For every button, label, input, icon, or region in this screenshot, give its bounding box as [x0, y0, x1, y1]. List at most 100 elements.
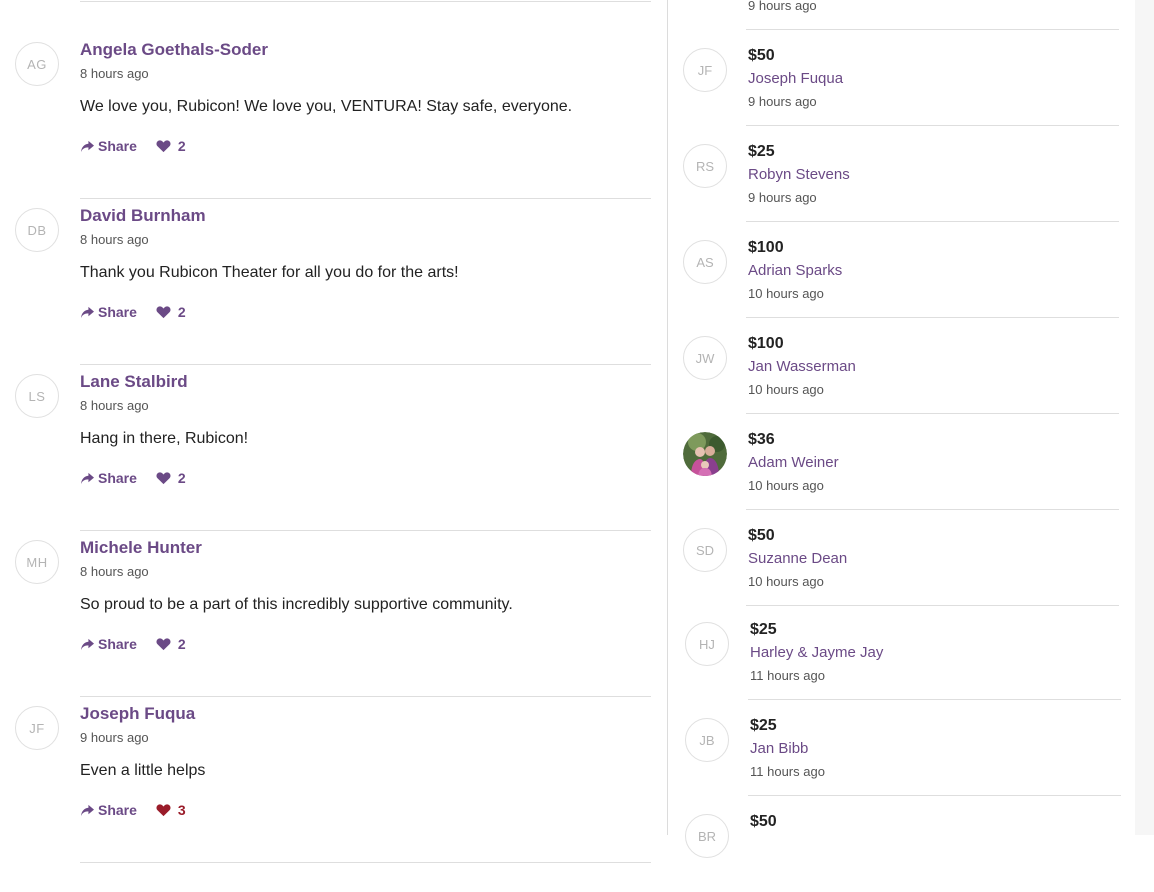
donor-name[interactable]: Adrian Sparks [748, 262, 842, 279]
donation-time: 10 hours ago [748, 574, 824, 589]
share-button[interactable]: Share [80, 138, 137, 154]
avatar: DB [15, 208, 59, 252]
like-count: 2 [177, 304, 186, 320]
scrollbar-track[interactable] [1135, 0, 1154, 835]
heart-icon [156, 803, 178, 817]
share-button[interactable]: Share [80, 470, 137, 486]
comment-time: 8 hours ago [80, 564, 149, 579]
heart-icon [156, 139, 178, 153]
share-icon [80, 472, 98, 485]
donation-time: 10 hours ago [748, 286, 824, 301]
donation-item: SD $50 Suzanne Dean 10 hours ago [683, 510, 1135, 606]
donation-item: $36 Adam Weiner 10 hours ago [683, 414, 1135, 510]
heart-icon [156, 471, 178, 485]
like-count: 2 [177, 636, 186, 652]
avatar: RS [683, 144, 727, 188]
commenter-name[interactable]: David Burnham [80, 206, 206, 226]
donation-item: HJ $25 Harley & Jayme Jay 11 hours ago [685, 604, 1137, 700]
donation-amount: $25 [750, 621, 777, 638]
commenter-name[interactable]: Lane Stalbird [80, 372, 188, 392]
share-button[interactable]: Share [80, 802, 137, 818]
like-count: 2 [177, 138, 186, 154]
donor-name[interactable]: Harley & Jayme Jay [750, 644, 883, 661]
share-icon [80, 306, 98, 319]
donation-time: 9 hours ago [748, 0, 817, 13]
comment-time: 9 hours ago [80, 730, 149, 745]
share-button[interactable]: Share [80, 636, 137, 652]
commenter-name[interactable]: Michele Hunter [80, 538, 202, 558]
donation-item: AS $100 Adrian Sparks 10 hours ago [683, 222, 1135, 318]
donation-time: 11 hours ago [750, 764, 825, 779]
donor-name[interactable]: Jan Wasserman [748, 358, 856, 375]
comment-item: AG Angela Goethals-Soder 8 hours ago We lov… [0, 32, 667, 199]
comment-actions: Share 2 [80, 469, 186, 487]
donor-name[interactable]: Robyn Stevens [748, 166, 850, 183]
share-label: Share [98, 304, 137, 320]
avatar: HJ [685, 622, 729, 666]
like-button[interactable]: 2 [156, 636, 186, 652]
share-button[interactable]: Share [80, 304, 137, 320]
comment-item: MH Michele Hunter 8 hours ago So proud to b… [0, 530, 667, 697]
donation-amount: $36 [748, 431, 775, 448]
like-button[interactable]: 2 [156, 138, 186, 154]
comment-text: Even a little helps [80, 762, 206, 779]
comment-text: Hang in there, Rubicon! [80, 430, 249, 447]
donation-time: 11 hours ago [750, 668, 825, 683]
like-count: 3 [177, 802, 186, 818]
donor-name[interactable]: Jan Bibb [750, 740, 808, 757]
donation-item: RS $25 Robyn Stevens 9 hours ago [683, 126, 1135, 222]
share-label: Share [98, 138, 137, 154]
avatar: AS [683, 240, 727, 284]
avatar-photo [683, 432, 727, 476]
comment-actions: Share 3 [80, 801, 186, 819]
comment-time: 8 hours ago [80, 66, 149, 81]
donation-time: 9 hours ago [748, 190, 817, 205]
divider [80, 862, 651, 863]
heart-icon [156, 305, 178, 319]
share-icon [80, 140, 98, 153]
donor-name[interactable]: Suzanne Dean [748, 550, 847, 567]
comment-actions: Share 2 [80, 303, 186, 321]
comment-item: DB David Burnham 8 hours ago Thank you Rubi… [0, 198, 667, 365]
avatar: JW [683, 336, 727, 380]
avatar: JF [15, 706, 59, 750]
donation-amount: $100 [748, 335, 784, 352]
avatar: MH [15, 540, 59, 584]
share-label: Share [98, 470, 137, 486]
donation-amount: $50 [748, 527, 775, 544]
comment-text: So proud to be a part of this incredibly… [80, 596, 513, 613]
donor-name[interactable]: Joseph Fuqua [748, 70, 843, 87]
like-button[interactable]: 2 [156, 304, 186, 320]
commenter-name[interactable]: Angela Goethals-Soder [80, 40, 268, 60]
avatar: LS [15, 374, 59, 418]
avatar: AG [15, 42, 59, 86]
comment-item: LS Lane Stalbird 8 hours ago Hang in there,… [0, 364, 667, 531]
column-divider [667, 0, 668, 835]
donation-time: 10 hours ago [748, 478, 824, 493]
donation-amount: $25 [750, 717, 777, 734]
divider [80, 1, 651, 2]
donor-name[interactable]: Adam Weiner [748, 454, 839, 471]
share-label: Share [98, 636, 137, 652]
share-icon [80, 804, 98, 817]
commenter-name[interactable]: Joseph Fuqua [80, 704, 195, 724]
donation-amount: $25 [748, 143, 775, 160]
comment-actions: Share 2 [80, 137, 186, 155]
comment-time: 8 hours ago [80, 398, 149, 413]
avatar: JB [685, 718, 729, 762]
donation-item: JF $50 Joseph Fuqua 9 hours ago [683, 30, 1135, 126]
heart-icon [156, 637, 178, 651]
like-button[interactable]: 3 [156, 802, 186, 818]
comment-text: We love you, Rubicon! We love you, VENTU… [80, 98, 573, 115]
donation-item: JB $25 Jan Bibb 11 hours ago [685, 700, 1137, 796]
donation-amount: $100 [748, 239, 784, 256]
donation-amount: $50 [748, 47, 775, 64]
share-icon [80, 638, 98, 651]
donation-amount: $50 [750, 813, 777, 830]
comment-actions: Share 2 [80, 635, 186, 653]
like-button[interactable]: 2 [156, 470, 186, 486]
avatar: BR [685, 814, 729, 858]
comment-text: Thank you Rubicon Theater for all you do… [80, 264, 459, 281]
like-count: 2 [177, 470, 186, 486]
donation-item: JW $100 Jan Wasserman 10 hours ago [683, 318, 1135, 414]
